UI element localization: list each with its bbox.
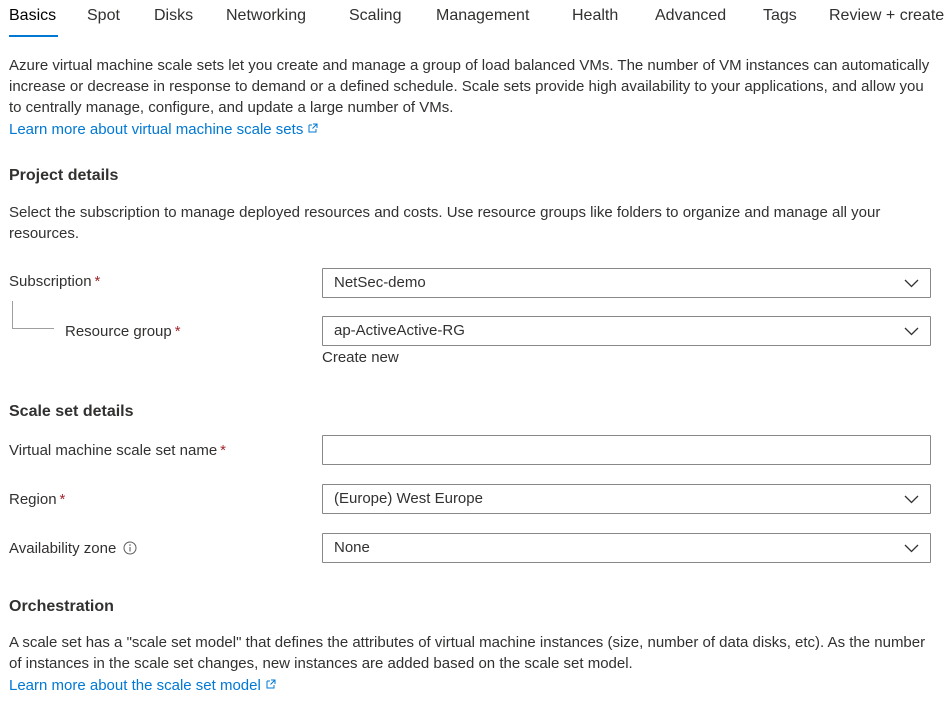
intro-link-row: Learn more about virtual machine scale s… <box>9 119 934 140</box>
tree-connector-branch <box>12 328 54 329</box>
intro-text: Azure virtual machine scale sets let you… <box>9 57 930 116</box>
region-label-text: Region <box>9 491 57 508</box>
tree-connector <box>12 301 13 328</box>
scale-set-details-heading: Scale set details <box>9 403 134 420</box>
chevron-down-icon <box>904 544 919 553</box>
region-dropdown[interactable]: (Europe) West Europe <box>322 484 931 514</box>
required-asterisk: * <box>174 323 181 340</box>
tab-scaling[interactable]: Scaling <box>349 7 401 25</box>
create-new-link[interactable]: Create new <box>322 349 399 366</box>
tab-disks[interactable]: Disks <box>154 7 193 25</box>
chevron-down-icon <box>904 495 919 504</box>
subscription-label-text: Subscription <box>9 273 92 290</box>
tab-spot[interactable]: Spot <box>87 7 120 25</box>
resource-group-label: Resource group * <box>65 323 181 340</box>
learn-more-scale-set-model-link[interactable]: Learn more about the scale set model <box>9 677 261 694</box>
active-tab-indicator <box>9 35 58 37</box>
tab-health[interactable]: Health <box>572 7 618 25</box>
project-details-heading: Project details <box>9 167 119 184</box>
learn-more-scale-sets-link[interactable]: Learn more about virtual machine scale s… <box>9 121 303 138</box>
orchestration-description: A scale set has a "scale set model" that… <box>9 634 926 672</box>
availability-zone-value: None <box>334 539 370 556</box>
region-value: (Europe) West Europe <box>334 490 483 507</box>
orchestration-link-row: Learn more about the scale set model <box>9 675 934 696</box>
resource-group-label-text: Resource group <box>65 323 172 340</box>
scale-set-name-label-text: Virtual machine scale set name <box>9 442 218 459</box>
availability-zone-label-text: Availability zone <box>9 540 117 557</box>
availability-zone-dropdown[interactable]: None <box>322 533 931 563</box>
scale-set-name-input[interactable] <box>322 435 931 465</box>
resource-group-dropdown[interactable]: ap-ActiveActive-RG <box>322 316 931 346</box>
external-link-icon <box>308 123 318 133</box>
subscription-label: Subscription * <box>9 273 100 290</box>
tab-advanced[interactable]: Advanced <box>655 7 726 25</box>
tab-management[interactable]: Management <box>436 7 529 25</box>
resource-group-value: ap-ActiveActive-RG <box>334 322 465 339</box>
info-icon[interactable] <box>123 541 137 555</box>
subscription-dropdown[interactable]: NetSec-demo <box>322 268 931 298</box>
required-asterisk: * <box>220 442 227 459</box>
tab-tags[interactable]: Tags <box>763 7 797 25</box>
tab-basics[interactable]: Basics <box>9 7 56 25</box>
tab-bar: Basics Spot Disks Networking Scaling Man… <box>0 0 944 40</box>
orchestration-heading: Orchestration <box>9 598 114 615</box>
tab-review-create[interactable]: Review + create <box>829 7 944 25</box>
chevron-down-icon <box>904 327 919 336</box>
required-asterisk: * <box>59 491 66 508</box>
chevron-down-icon <box>904 279 919 288</box>
availability-zone-label: Availability zone <box>9 540 137 557</box>
region-label: Region * <box>9 491 65 508</box>
external-link-icon <box>266 679 276 689</box>
required-asterisk: * <box>94 273 101 290</box>
tab-networking[interactable]: Networking <box>226 7 306 25</box>
project-details-description: Select the subscription to manage deploy… <box>9 204 881 242</box>
scale-set-name-label: Virtual machine scale set name * <box>9 442 226 459</box>
subscription-value: NetSec-demo <box>334 274 426 291</box>
